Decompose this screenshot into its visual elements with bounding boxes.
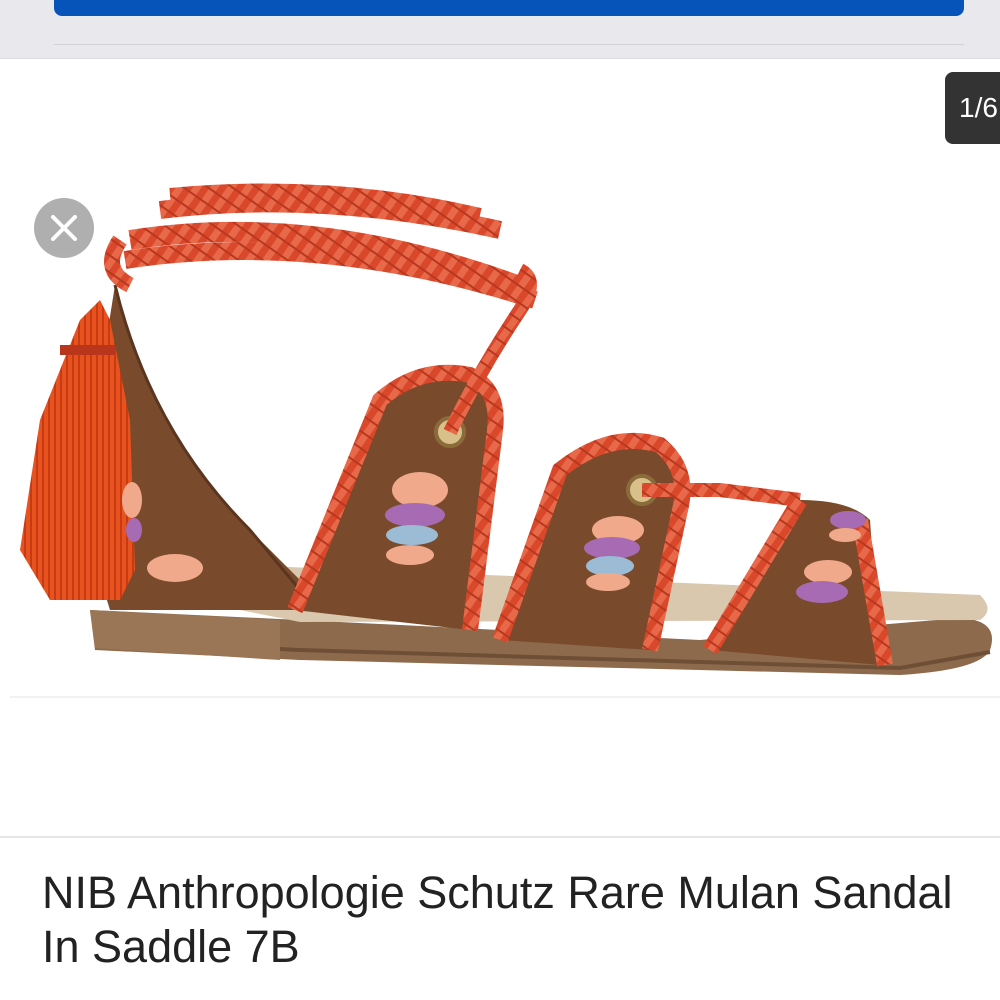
top-bar	[0, 0, 1000, 59]
image-counter: 1/6	[945, 72, 1000, 144]
product-page: 1/6 NIB Anthropologie Schutz Rare Mulan …	[0, 0, 1000, 1000]
primary-action-button[interactable]	[54, 0, 964, 16]
close-button[interactable]	[34, 198, 94, 258]
image-divider	[10, 696, 1000, 698]
product-image[interactable]	[0, 170, 1000, 690]
product-title: NIB Anthropologie Schutz Rare Mulan Sand…	[42, 867, 953, 972]
close-icon	[51, 215, 77, 241]
divider	[54, 44, 964, 45]
section-divider	[0, 836, 1000, 838]
